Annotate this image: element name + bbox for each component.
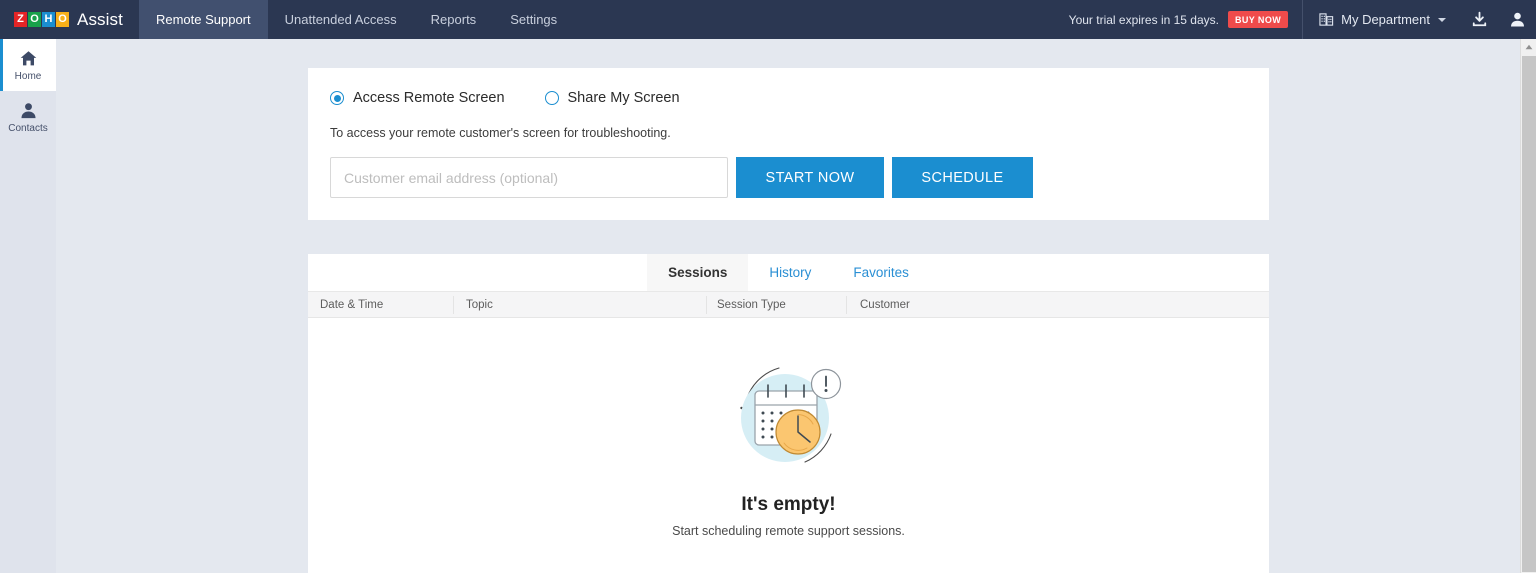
user-icon bbox=[1510, 12, 1524, 27]
brand-logo[interactable]: Z O H O Assist bbox=[0, 0, 139, 39]
radio-option-share-my-screen[interactable]: Share My Screen bbox=[544, 90, 680, 106]
header-divider-1 bbox=[453, 296, 454, 314]
radio-option-access-remote-screen[interactable]: Access Remote Screen bbox=[330, 90, 505, 106]
left-sidebar: Home Contacts bbox=[0, 39, 56, 573]
sessions-table-header: Date & Time Topic Session Type Customer bbox=[308, 292, 1269, 318]
logo-letter-h: H bbox=[42, 12, 55, 27]
main-nav: Remote Support Unattended Access Reports… bbox=[138, 0, 574, 39]
calendar-clock-alert-illustration bbox=[739, 367, 841, 463]
session-start-row: START NOW SCHEDULE bbox=[308, 140, 1269, 198]
schedule-button[interactable]: SCHEDULE bbox=[892, 157, 1033, 198]
mode-description-text: To access your remote customer's screen … bbox=[330, 126, 671, 140]
home-icon bbox=[20, 50, 36, 65]
nav-item-reports[interactable]: Reports bbox=[414, 0, 494, 39]
profile-button[interactable] bbox=[1498, 0, 1536, 39]
radio-access-remote-screen-indicator[interactable] bbox=[330, 91, 344, 105]
tab-history[interactable]: History bbox=[748, 254, 832, 291]
caret-up-icon bbox=[1525, 44, 1532, 50]
sessions-list-card: Sessions History Favorites Date & Time T… bbox=[308, 254, 1269, 573]
customer-email-input[interactable] bbox=[330, 157, 728, 198]
top-navigation-bar: Z O H O Assist Remote Support Unattended… bbox=[0, 0, 1536, 39]
empty-state-subtitle: Start scheduling remote support sessions… bbox=[672, 524, 905, 538]
building-icon bbox=[1319, 13, 1334, 26]
tab-sessions[interactable]: Sessions bbox=[647, 254, 749, 291]
chevron-down-icon bbox=[1438, 17, 1446, 22]
sidebar-item-contacts[interactable]: Contacts bbox=[0, 91, 56, 143]
sidebar-item-contacts-label: Contacts bbox=[8, 122, 48, 134]
logo-letter-o1: O bbox=[28, 12, 41, 27]
radio-access-remote-screen-label: Access Remote Screen bbox=[353, 90, 505, 106]
brand-name: Assist bbox=[77, 9, 123, 29]
nav-item-unattended-access[interactable]: Unattended Access bbox=[268, 0, 414, 39]
contacts-icon bbox=[20, 102, 36, 118]
buy-now-button[interactable]: BUY NOW bbox=[1227, 11, 1289, 28]
column-header-date-time: Date & Time bbox=[320, 298, 384, 311]
page-scrollbar[interactable] bbox=[1520, 39, 1536, 573]
trial-notice: Your trial expires in 15 days. BUY NOW bbox=[1068, 0, 1304, 39]
session-action-card: Access Remote Screen Share My Screen To … bbox=[308, 68, 1269, 220]
radio-share-my-screen-indicator[interactable] bbox=[544, 91, 559, 105]
download-button[interactable] bbox=[1460, 0, 1498, 39]
scrollbar-up-button[interactable] bbox=[1521, 39, 1536, 55]
sidebar-item-home[interactable]: Home bbox=[0, 39, 56, 91]
header-divider-2 bbox=[706, 296, 707, 314]
nav-item-settings[interactable]: Settings bbox=[493, 0, 574, 39]
sidebar-item-home-label: Home bbox=[14, 70, 42, 82]
zoho-logo-icon: Z O H O bbox=[14, 12, 69, 27]
column-header-topic: Topic bbox=[466, 298, 493, 311]
scrollbar-thumb[interactable] bbox=[1522, 56, 1536, 572]
download-icon bbox=[1472, 11, 1486, 27]
empty-state-title: It's empty! bbox=[741, 494, 836, 515]
tab-favorites[interactable]: Favorites bbox=[832, 254, 930, 291]
column-header-session-type: Session Type bbox=[717, 298, 786, 311]
department-selector[interactable]: My Department bbox=[1303, 12, 1460, 27]
main-content-area: Access Remote Screen Share My Screen To … bbox=[56, 39, 1520, 573]
header-divider-3 bbox=[846, 296, 847, 314]
department-label: My Department bbox=[1341, 12, 1430, 27]
empty-state: It's empty! Start scheduling remote supp… bbox=[308, 318, 1269, 538]
start-now-button[interactable]: START NOW bbox=[736, 157, 884, 198]
trial-text: Your trial expires in 15 days. bbox=[1068, 12, 1219, 27]
radio-share-my-screen-label: Share My Screen bbox=[567, 90, 680, 106]
topbar-right-section: Your trial expires in 15 days. BUY NOW M… bbox=[1069, 0, 1536, 39]
session-mode-radio-group: Access Remote Screen Share My Screen bbox=[308, 68, 1269, 106]
column-header-customer: Customer bbox=[860, 298, 910, 311]
logo-letter-o2: O bbox=[56, 12, 69, 27]
sessions-tabbar: Sessions History Favorites bbox=[308, 254, 1269, 292]
logo-letter-z: Z bbox=[14, 12, 27, 27]
nav-item-remote-support[interactable]: Remote Support bbox=[138, 0, 268, 39]
